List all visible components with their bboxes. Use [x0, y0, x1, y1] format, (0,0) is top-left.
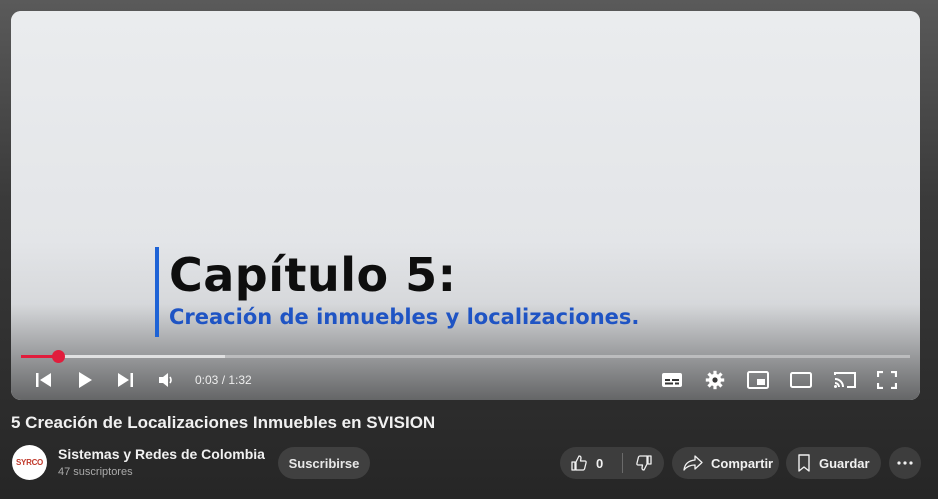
progress-bar[interactable]	[21, 350, 910, 363]
bookmark-icon	[798, 454, 810, 472]
subtitles-icon[interactable]	[659, 367, 685, 393]
subscriber-count: 47 suscriptores	[58, 466, 133, 478]
theater-mode-icon[interactable]	[788, 367, 814, 393]
chapter-card: Capítulo 5: Creación de inmuebles y loca…	[155, 247, 639, 337]
thumbs-up-icon	[571, 455, 587, 471]
volume-icon[interactable]	[153, 367, 179, 393]
share-button[interactable]: Compartir	[672, 447, 779, 479]
chapter-title: Capítulo 5:	[169, 248, 457, 302]
share-icon	[683, 455, 703, 471]
skip-previous-icon[interactable]	[31, 367, 57, 393]
save-label: Guardar	[819, 455, 870, 471]
channel-name[interactable]: Sistemas y Redes de Colombia	[58, 446, 265, 462]
channel-avatar[interactable]: SYRCO	[12, 445, 47, 480]
share-label: Compartir	[711, 455, 774, 471]
subscribe-button[interactable]: Suscribirse	[278, 447, 370, 479]
player-controls: 0:03 / 1:32	[11, 365, 920, 395]
gear-icon[interactable]	[702, 367, 728, 393]
more-horizontal-icon	[897, 461, 913, 465]
like-count: 0	[596, 455, 604, 471]
chapter-subtitle: Creación de inmuebles y localizaciones.	[169, 305, 640, 329]
skip-next-icon[interactable]	[112, 367, 138, 393]
thumbs-down-icon	[635, 455, 652, 471]
more-actions-button[interactable]	[889, 447, 921, 479]
save-button[interactable]: Guardar	[786, 447, 881, 479]
dislike-button[interactable]	[623, 447, 664, 479]
miniplayer-icon[interactable]	[745, 367, 771, 393]
like-button[interactable]: 0	[560, 447, 622, 479]
like-dislike-group: 0	[560, 447, 664, 479]
play-icon[interactable]	[72, 367, 98, 393]
video-title: 5 Creación de Localizaciones Inmuebles e…	[11, 413, 436, 432]
time-display: 0:03 / 1:32	[195, 373, 252, 387]
avatar-logo-text: SYRCO	[16, 458, 43, 467]
video-player[interactable]: Capítulo 5: Creación de inmuebles y loca…	[11, 11, 920, 400]
fullscreen-icon[interactable]	[874, 367, 900, 393]
cast-icon[interactable]	[832, 367, 858, 393]
